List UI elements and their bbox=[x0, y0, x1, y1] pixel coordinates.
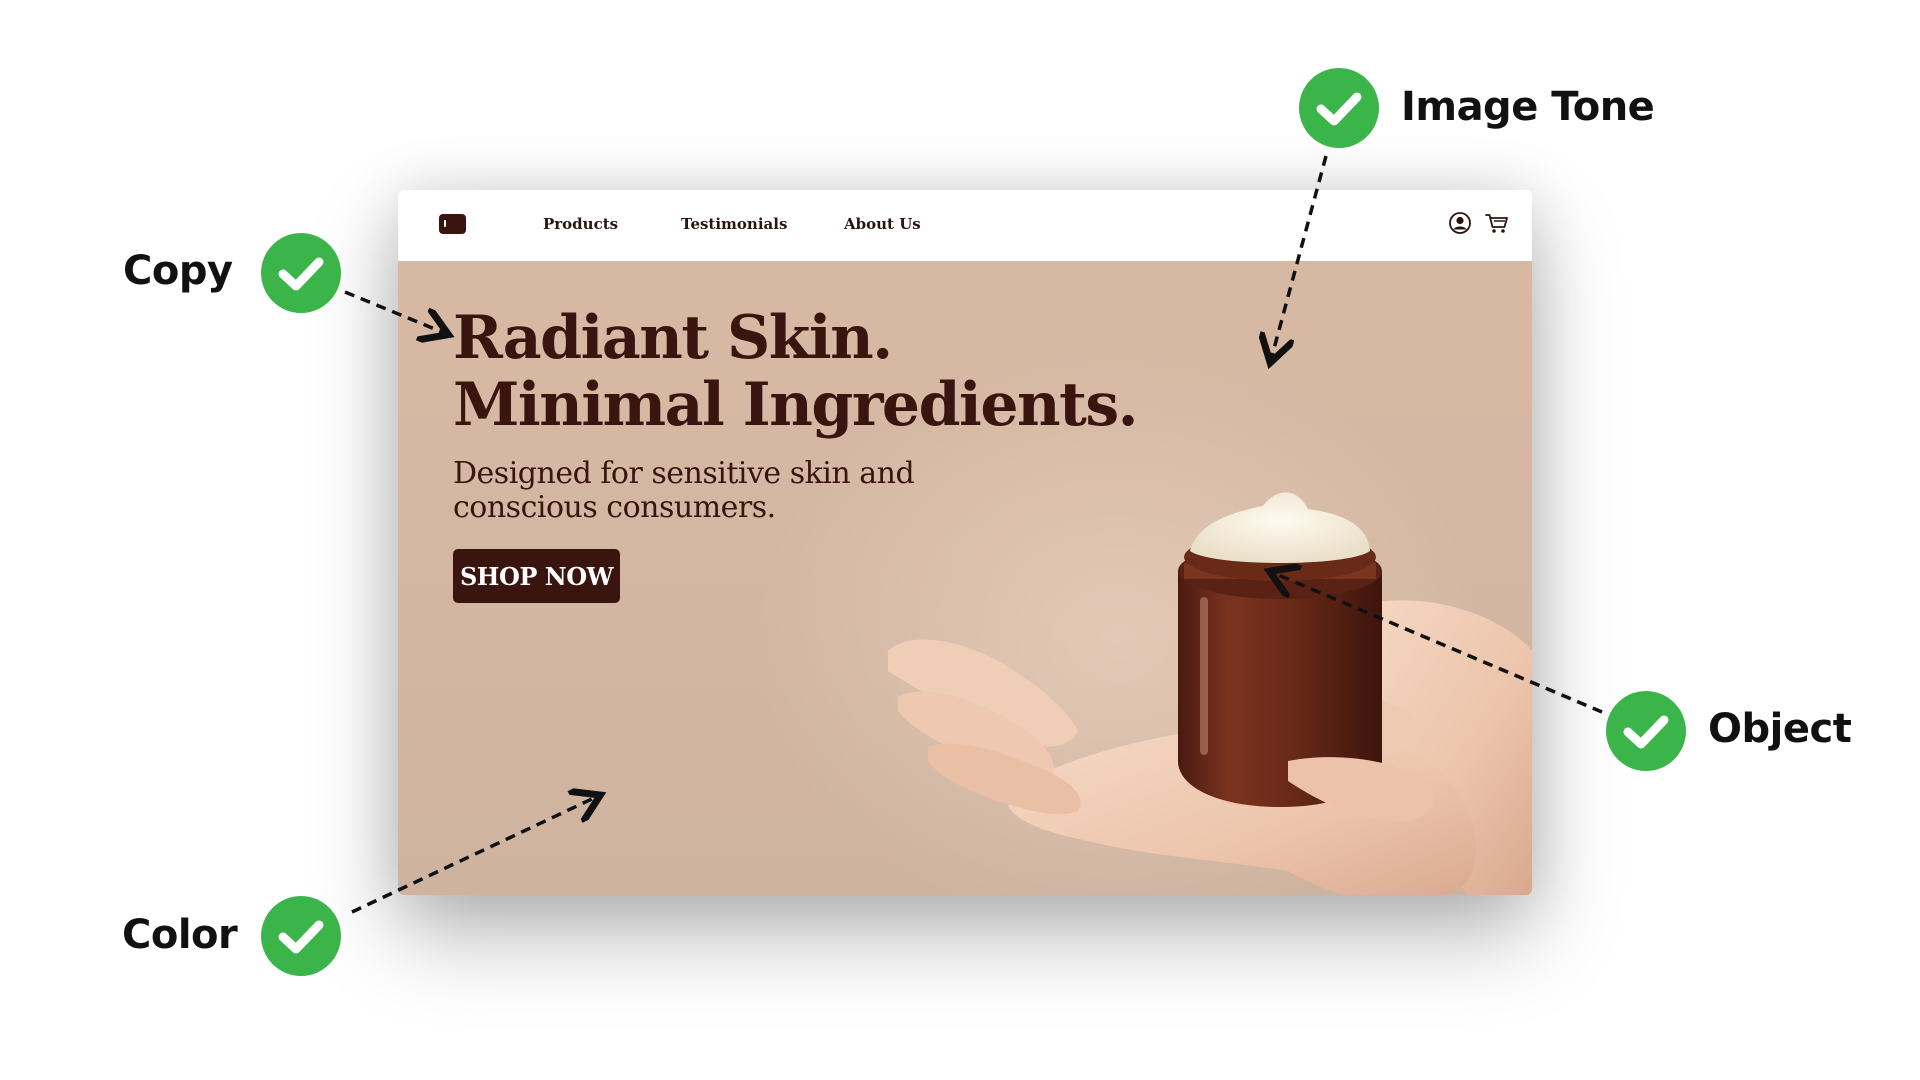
callout-label-color: Color bbox=[122, 912, 238, 958]
hero-subheadline-line-2: conscious consumers. bbox=[453, 490, 776, 525]
annotated-mockup-canvas: Products Testimonials About Us Radiant S… bbox=[0, 0, 1920, 1080]
hero-headline: Radiant Skin. Minimal Ingredients. bbox=[453, 303, 1139, 440]
callout-label-copy: Copy bbox=[123, 248, 233, 294]
color-check-icon bbox=[261, 896, 341, 976]
top-navigation-bar: Products Testimonials About Us bbox=[398, 190, 1532, 261]
callout-label-image-tone: Image Tone bbox=[1401, 84, 1655, 130]
nav-link-about-us[interactable]: About Us bbox=[844, 215, 921, 233]
website-mockup: Products Testimonials About Us Radiant S… bbox=[398, 190, 1532, 895]
nav-link-products[interactable]: Products bbox=[543, 215, 618, 233]
object-check-icon bbox=[1606, 691, 1686, 771]
hero-headline-line-2: Minimal Ingredients. bbox=[453, 370, 1139, 440]
copy-check-icon bbox=[261, 233, 341, 313]
brand-logo-icon[interactable] bbox=[439, 214, 466, 234]
image-tone-check-icon bbox=[1299, 68, 1379, 148]
shop-now-button[interactable]: SHOP NOW bbox=[453, 549, 620, 603]
hero-headline-line-1: Radiant Skin. bbox=[453, 303, 893, 373]
callout-label-object: Object bbox=[1708, 706, 1852, 752]
user-account-icon[interactable] bbox=[1447, 210, 1473, 236]
hero-section: Radiant Skin. Minimal Ingredients. Design… bbox=[398, 261, 1532, 895]
hand-holding-cream-jar-image bbox=[888, 492, 1532, 895]
nav-link-testimonials[interactable]: Testimonials bbox=[681, 215, 787, 233]
hero-subheadline-line-1: Designed for sensitive skin and bbox=[453, 456, 915, 491]
shopping-cart-icon[interactable] bbox=[1484, 210, 1510, 236]
